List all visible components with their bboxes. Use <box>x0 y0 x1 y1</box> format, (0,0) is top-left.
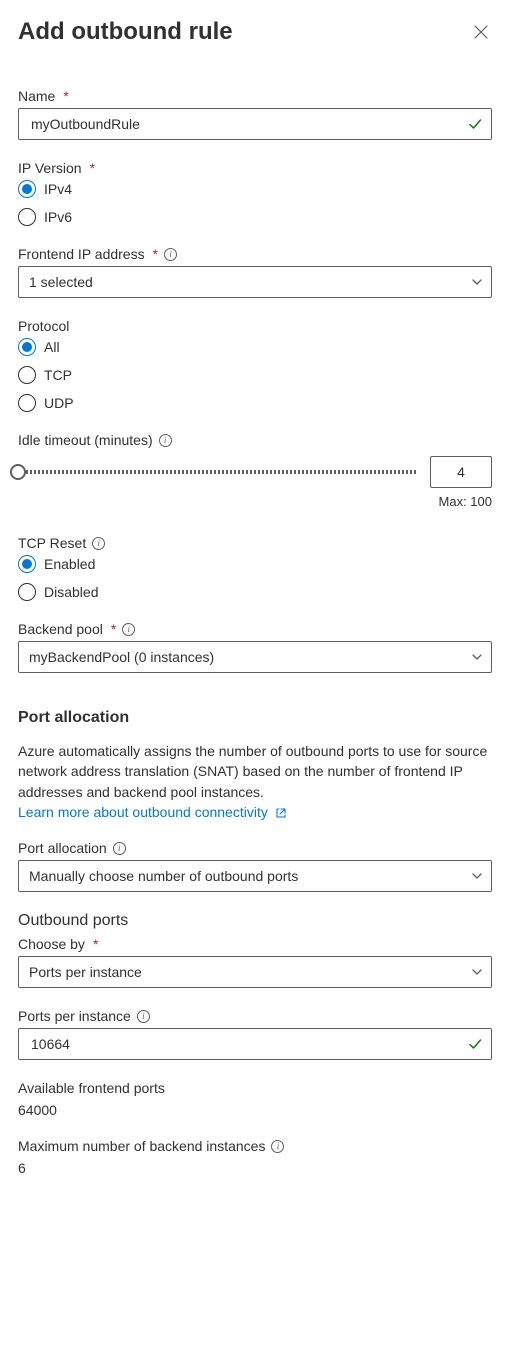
frontend-ip-select[interactable]: 1 selected <box>18 266 492 298</box>
name-label: Name* <box>18 88 492 104</box>
idle-timeout-label: Idle timeout (minutes) i <box>18 432 492 448</box>
radio-icon <box>18 180 36 198</box>
chevron-down-icon <box>471 276 483 288</box>
protocol-udp[interactable]: UDP <box>18 394 492 412</box>
chevron-down-icon <box>471 870 483 882</box>
close-icon <box>474 25 488 39</box>
tcp-reset-radio-group: Enabled Disabled <box>18 555 492 601</box>
checkmark-icon <box>467 1036 483 1052</box>
radio-icon <box>18 208 36 226</box>
required-star: * <box>63 88 68 104</box>
info-icon[interactable]: i <box>122 623 135 636</box>
tcp-reset-disabled[interactable]: Disabled <box>18 583 492 601</box>
info-icon[interactable]: i <box>137 1010 150 1023</box>
choose-by-label: Choose by* <box>18 936 492 952</box>
idle-timeout-value[interactable]: 4 <box>430 456 492 488</box>
radio-icon <box>18 555 36 573</box>
protocol-radio-group: All TCP UDP <box>18 338 492 412</box>
checkmark-icon <box>467 116 483 132</box>
port-allocation-select[interactable]: Manually choose number of outbound ports <box>18 860 492 892</box>
max-instances-label: Maximum number of backend instances i <box>18 1138 492 1154</box>
port-allocation-description: Azure automatically assigns the number o… <box>18 741 492 822</box>
tcp-reset-label: TCP Reset i <box>18 535 492 551</box>
chevron-down-icon <box>471 651 483 663</box>
available-ports-value: 64000 <box>18 1102 492 1118</box>
tcp-reset-enabled[interactable]: Enabled <box>18 555 492 573</box>
chevron-down-icon <box>471 966 483 978</box>
backend-pool-select[interactable]: myBackendPool (0 instances) <box>18 641 492 673</box>
idle-timeout-slider[interactable] <box>18 470 416 474</box>
protocol-tcp[interactable]: TCP <box>18 366 492 384</box>
available-ports-label: Available frontend ports <box>18 1080 492 1096</box>
idle-timeout-max: Max: 100 <box>18 494 492 509</box>
protocol-all[interactable]: All <box>18 338 492 356</box>
radio-icon <box>18 338 36 356</box>
info-icon[interactable]: i <box>92 537 105 550</box>
required-star: * <box>111 621 116 637</box>
ports-per-instance-label: Ports per instance i <box>18 1008 492 1024</box>
ip-version-radio-group: IPv4 IPv6 <box>18 180 492 226</box>
page-title: Add outbound rule <box>18 18 233 46</box>
ip-version-ipv4[interactable]: IPv4 <box>18 180 492 198</box>
info-icon[interactable]: i <box>113 842 126 855</box>
radio-icon <box>18 583 36 601</box>
info-icon[interactable]: i <box>159 434 172 447</box>
protocol-label: Protocol <box>18 318 492 334</box>
choose-by-select[interactable]: Ports per instance <box>18 956 492 988</box>
port-allocation-label: Port allocation i <box>18 840 492 856</box>
info-icon[interactable]: i <box>164 248 177 261</box>
frontend-ip-label: Frontend IP address* i <box>18 246 492 262</box>
external-link-icon <box>275 807 287 819</box>
ip-version-ipv6[interactable]: IPv6 <box>18 208 492 226</box>
info-icon[interactable]: i <box>271 1140 284 1153</box>
outbound-ports-heading: Outbound ports <box>18 912 492 930</box>
required-star: * <box>90 160 95 176</box>
slider-handle[interactable] <box>10 464 26 480</box>
port-allocation-heading: Port allocation <box>18 709 492 727</box>
learn-more-link[interactable]: Learn more about outbound connectivity <box>18 804 287 820</box>
close-button[interactable] <box>470 21 492 43</box>
radio-icon <box>18 394 36 412</box>
name-input[interactable] <box>18 108 492 140</box>
max-instances-value: 6 <box>18 1160 492 1176</box>
required-star: * <box>93 936 98 952</box>
required-star: * <box>153 246 158 262</box>
backend-pool-label: Backend pool* i <box>18 621 492 637</box>
radio-icon <box>18 366 36 384</box>
ports-per-instance-input[interactable] <box>18 1028 492 1060</box>
ip-version-label: IP Version* <box>18 160 492 176</box>
